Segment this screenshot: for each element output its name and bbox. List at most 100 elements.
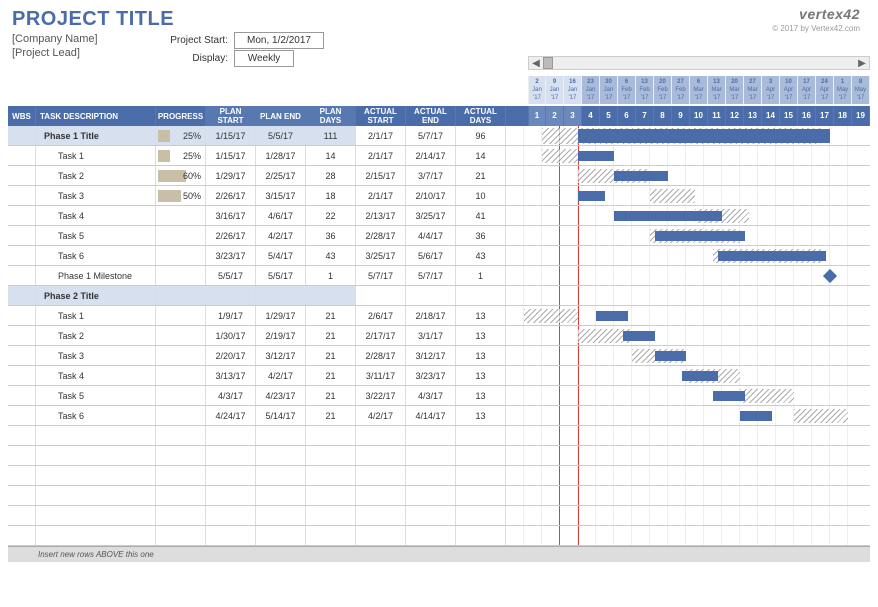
plan-end-cell[interactable]: 4/6/17 xyxy=(256,206,306,225)
plan-days-cell[interactable]: 21 xyxy=(306,346,356,365)
scroll-left-icon[interactable]: ◀ xyxy=(529,58,543,69)
plan-start-cell[interactable]: 1/29/17 xyxy=(206,166,256,185)
plan-days-cell[interactable]: 21 xyxy=(306,386,356,405)
actual-days-cell[interactable]: 13 xyxy=(456,366,506,385)
actual-days-cell[interactable]: 41 xyxy=(456,206,506,225)
actual-start-cell[interactable]: 2/6/17 xyxy=(356,306,406,325)
actual-start-cell[interactable]: 2/13/17 xyxy=(356,206,406,225)
task-description-cell[interactable]: Task 2 xyxy=(36,166,156,185)
plan-end-cell[interactable]: 4/23/17 xyxy=(256,386,306,405)
plan-days-cell[interactable]: 1 xyxy=(306,266,356,285)
actual-end-cell[interactable]: 3/23/17 xyxy=(406,366,456,385)
actual-start-cell[interactable]: 2/1/17 xyxy=(356,146,406,165)
timeline-scrollbar[interactable]: ◀ ▶ xyxy=(528,56,870,70)
plan-start-cell[interactable]: 2/26/17 xyxy=(206,226,256,245)
task-row[interactable]: Task 32/20/173/12/17212/28/173/12/1713 xyxy=(8,346,870,366)
task-description-cell[interactable]: Task 5 xyxy=(36,386,156,405)
plan-days-cell[interactable]: 21 xyxy=(306,406,356,425)
phase-row[interactable]: Phase 1 Title25%1/15/175/5/171112/1/175/… xyxy=(8,126,870,146)
progress-cell[interactable] xyxy=(156,346,206,365)
plan-start-cell[interactable]: 3/13/17 xyxy=(206,366,256,385)
actual-end-cell[interactable]: 3/12/17 xyxy=(406,346,456,365)
plan-end-cell[interactable]: 4/2/17 xyxy=(256,226,306,245)
actual-end-cell[interactable]: 2/18/17 xyxy=(406,306,456,325)
actual-end-cell[interactable]: 2/14/17 xyxy=(406,146,456,165)
plan-days-cell[interactable] xyxy=(306,286,356,305)
display-select[interactable]: Weekly xyxy=(234,50,294,67)
progress-cell[interactable] xyxy=(156,326,206,345)
phase-row[interactable]: Phase 2 Title xyxy=(8,286,870,306)
progress-cell[interactable] xyxy=(156,206,206,225)
plan-days-cell[interactable]: 21 xyxy=(306,326,356,345)
plan-start-cell[interactable]: 3/16/17 xyxy=(206,206,256,225)
plan-start-cell[interactable]: 1/30/17 xyxy=(206,326,256,345)
actual-days-cell[interactable]: 13 xyxy=(456,346,506,365)
task-description-cell[interactable]: Task 1 xyxy=(36,146,156,165)
progress-cell[interactable] xyxy=(156,406,206,425)
actual-days-cell[interactable]: 10 xyxy=(456,186,506,205)
empty-row[interactable] xyxy=(8,526,870,546)
actual-end-cell[interactable]: 3/1/17 xyxy=(406,326,456,345)
task-row[interactable]: Task 350%2/26/173/15/17182/1/172/10/1710 xyxy=(8,186,870,206)
progress-cell[interactable] xyxy=(156,366,206,385)
progress-cell[interactable] xyxy=(156,286,206,305)
task-description-cell[interactable]: Task 2 xyxy=(36,326,156,345)
actual-end-cell[interactable]: 4/14/17 xyxy=(406,406,456,425)
plan-start-cell[interactable] xyxy=(206,286,256,305)
progress-cell[interactable]: 60% xyxy=(156,166,206,185)
actual-end-cell[interactable]: 3/7/17 xyxy=(406,166,456,185)
task-row[interactable]: Task 43/13/174/2/17213/11/173/23/1713 xyxy=(8,366,870,386)
progress-cell[interactable] xyxy=(156,246,206,265)
task-description-cell[interactable]: Task 1 xyxy=(36,306,156,325)
actual-end-cell[interactable]: 2/10/17 xyxy=(406,186,456,205)
actual-days-cell[interactable]: 13 xyxy=(456,406,506,425)
actual-start-cell[interactable] xyxy=(356,286,406,305)
plan-days-cell[interactable]: 21 xyxy=(306,306,356,325)
progress-cell[interactable] xyxy=(156,386,206,405)
plan-end-cell[interactable]: 1/29/17 xyxy=(256,306,306,325)
plan-start-cell[interactable]: 2/26/17 xyxy=(206,186,256,205)
plan-end-cell[interactable] xyxy=(256,286,306,305)
task-description-cell[interactable]: Phase 1 Title xyxy=(36,126,156,145)
plan-end-cell[interactable]: 5/5/17 xyxy=(256,126,306,145)
actual-days-cell[interactable]: 43 xyxy=(456,246,506,265)
actual-start-cell[interactable]: 2/28/17 xyxy=(356,226,406,245)
plan-start-cell[interactable]: 4/24/17 xyxy=(206,406,256,425)
actual-start-cell[interactable]: 2/1/17 xyxy=(356,186,406,205)
task-description-cell[interactable]: Task 3 xyxy=(36,346,156,365)
actual-end-cell[interactable] xyxy=(406,286,456,305)
actual-start-cell[interactable]: 3/22/17 xyxy=(356,386,406,405)
task-row[interactable]: Phase 1 Milestone5/5/175/5/1715/7/175/7/… xyxy=(8,266,870,286)
task-description-cell[interactable]: Task 5 xyxy=(36,226,156,245)
actual-start-cell[interactable]: 2/28/17 xyxy=(356,346,406,365)
actual-days-cell[interactable]: 96 xyxy=(456,126,506,145)
actual-end-cell[interactable]: 5/7/17 xyxy=(406,266,456,285)
task-description-cell[interactable]: Task 6 xyxy=(36,406,156,425)
task-row[interactable]: Task 11/9/171/29/17212/6/172/18/1713 xyxy=(8,306,870,326)
progress-cell[interactable]: 25% xyxy=(156,146,206,165)
task-description-cell[interactable]: Task 6 xyxy=(36,246,156,265)
task-description-cell[interactable]: Task 4 xyxy=(36,206,156,225)
actual-start-cell[interactable]: 5/7/17 xyxy=(356,266,406,285)
actual-end-cell[interactable]: 3/25/17 xyxy=(406,206,456,225)
empty-row[interactable] xyxy=(8,486,870,506)
plan-days-cell[interactable]: 36 xyxy=(306,226,356,245)
empty-row[interactable] xyxy=(8,446,870,466)
plan-end-cell[interactable]: 5/5/17 xyxy=(256,266,306,285)
plan-end-cell[interactable]: 4/2/17 xyxy=(256,366,306,385)
actual-end-cell[interactable]: 5/6/17 xyxy=(406,246,456,265)
actual-days-cell[interactable]: 21 xyxy=(456,166,506,185)
actual-start-cell[interactable]: 2/17/17 xyxy=(356,326,406,345)
progress-cell[interactable]: 50% xyxy=(156,186,206,205)
empty-row[interactable] xyxy=(8,466,870,486)
scroll-right-icon[interactable]: ▶ xyxy=(855,58,869,69)
task-description-cell[interactable]: Phase 1 Milestone xyxy=(36,266,156,285)
actual-start-cell[interactable]: 2/15/17 xyxy=(356,166,406,185)
progress-cell[interactable]: 25% xyxy=(156,126,206,145)
plan-start-cell[interactable]: 4/3/17 xyxy=(206,386,256,405)
project-start-input[interactable]: Mon, 1/2/2017 xyxy=(234,32,324,49)
task-row[interactable]: Task 63/23/175/4/17433/25/175/6/1743 xyxy=(8,246,870,266)
actual-end-cell[interactable]: 5/7/17 xyxy=(406,126,456,145)
plan-start-cell[interactable]: 1/15/17 xyxy=(206,126,256,145)
plan-days-cell[interactable]: 22 xyxy=(306,206,356,225)
